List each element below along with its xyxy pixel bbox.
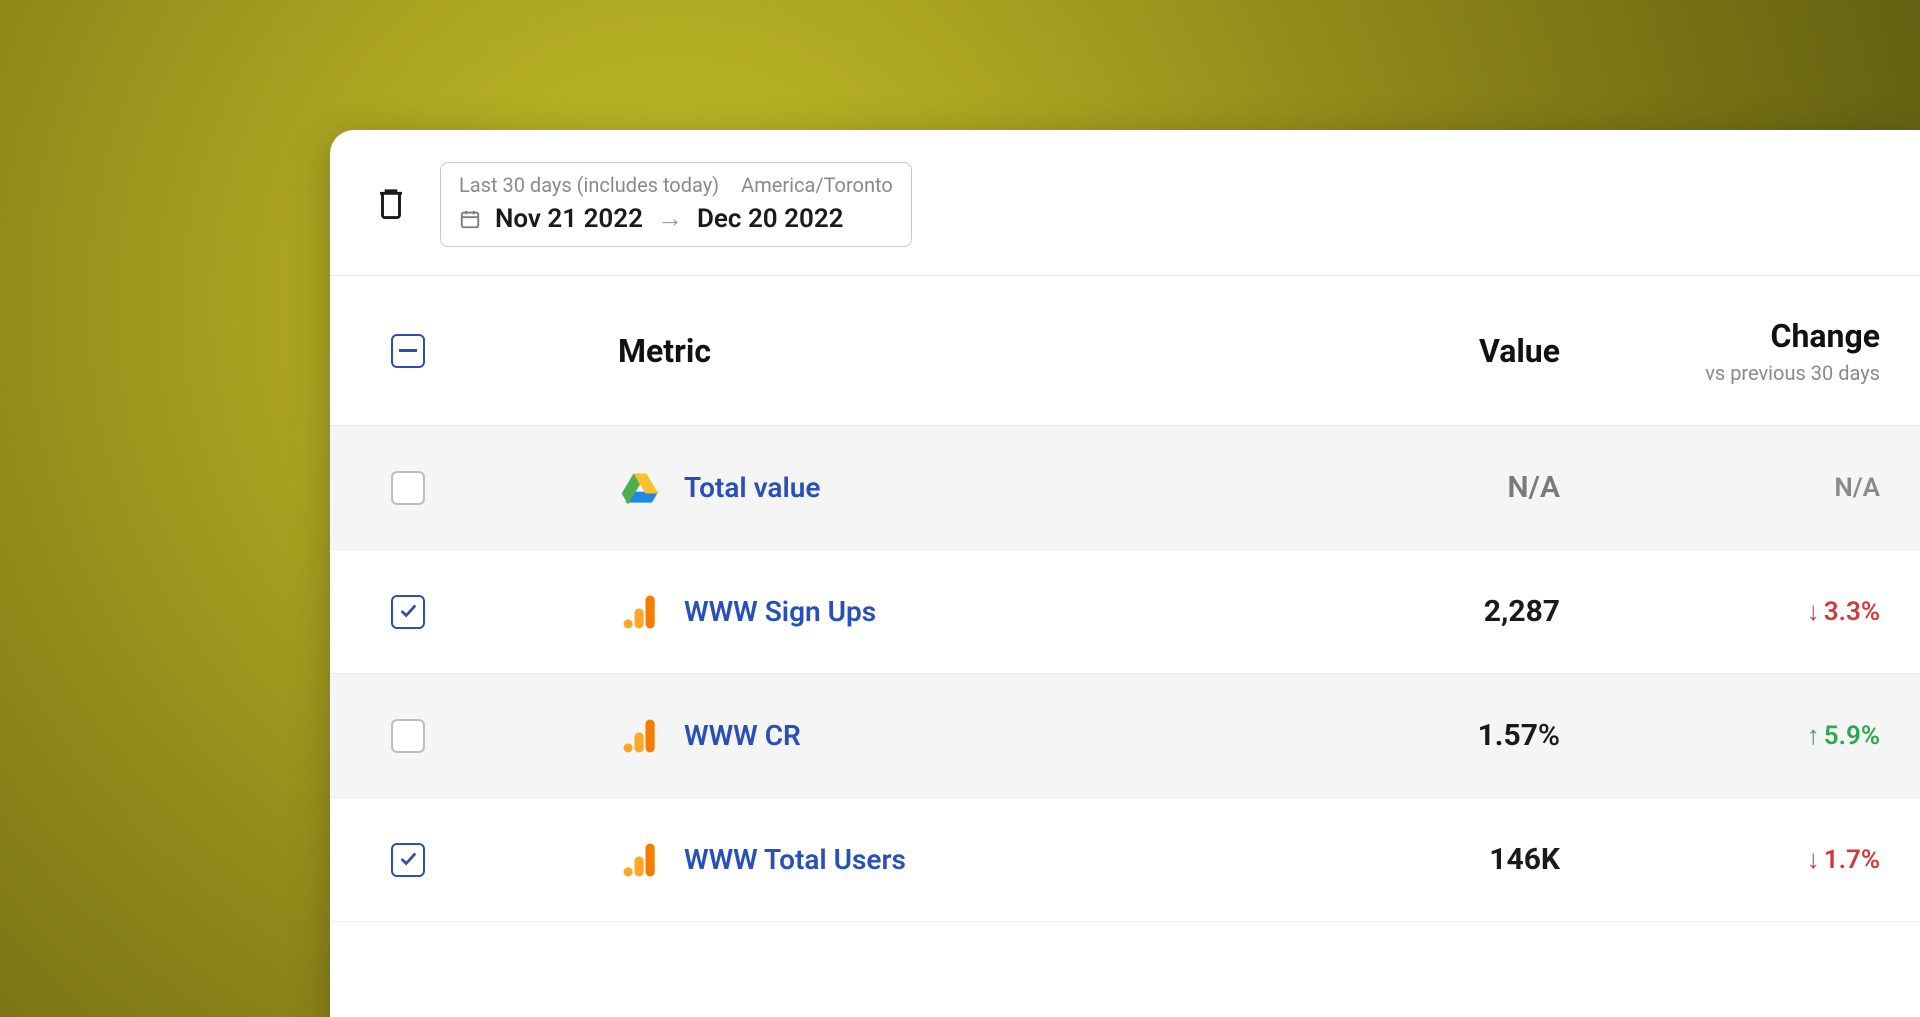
- column-header-change[interactable]: Change vs previous 30 days: [1560, 317, 1880, 385]
- google-analytics-icon: [618, 590, 662, 634]
- metric-link[interactable]: WWW Total Users: [684, 843, 906, 876]
- table-row[interactable]: WWW CR 1.57%↑5.9%: [330, 674, 1920, 798]
- metric-change: ↓3.3%: [1560, 596, 1880, 627]
- metric-value: N/A: [1280, 470, 1560, 505]
- arrow-up-icon: ↑: [1807, 721, 1820, 751]
- metric-link[interactable]: WWW CR: [684, 719, 801, 752]
- date-range-picker[interactable]: Last 30 days (includes today) America/To…: [440, 162, 912, 247]
- row-checkbox[interactable]: [391, 471, 425, 505]
- metric-value: 2,287: [1280, 594, 1560, 629]
- date-start: Nov 21 2022: [495, 204, 643, 234]
- toolbar: Last 30 days (includes today) America/To…: [330, 130, 1920, 276]
- arrow-down-icon: ↓: [1807, 597, 1820, 627]
- delete-button[interactable]: [370, 180, 412, 229]
- google-drive-icon: [618, 466, 662, 510]
- table-row[interactable]: WWW Sign Ups 2,287↓3.3%: [330, 550, 1920, 674]
- metric-link[interactable]: WWW Sign Ups: [684, 595, 876, 628]
- metrics-panel: Last 30 days (includes today) America/To…: [330, 130, 1920, 1017]
- metric-value: 146K: [1280, 842, 1560, 877]
- arrow-down-icon: ↓: [1807, 845, 1820, 875]
- row-checkbox[interactable]: [391, 595, 425, 629]
- metric-link[interactable]: Total value: [684, 471, 820, 504]
- column-header-metric[interactable]: Metric: [468, 332, 1280, 370]
- date-timezone: America/Toronto: [741, 173, 893, 197]
- calendar-icon: [459, 208, 481, 230]
- select-all-checkbox[interactable]: [391, 334, 425, 368]
- arrow-right-icon: →: [657, 203, 683, 234]
- metric-change: ↓1.7%: [1560, 844, 1880, 875]
- row-checkbox[interactable]: [391, 843, 425, 877]
- date-end: Dec 20 2022: [697, 204, 844, 234]
- table-header: Metric Value Change vs previous 30 days: [330, 276, 1920, 426]
- google-analytics-icon: [618, 714, 662, 758]
- table-row[interactable]: Total value N/AN/A: [330, 426, 1920, 550]
- metric-value: 1.57%: [1280, 718, 1560, 753]
- minus-icon: [399, 349, 417, 352]
- date-range-label: Last 30 days (includes today): [459, 173, 719, 197]
- metric-change: ↑5.9%: [1560, 720, 1880, 751]
- metric-change: N/A: [1560, 473, 1880, 503]
- google-analytics-icon: [618, 838, 662, 882]
- trash-icon: [376, 186, 406, 223]
- row-checkbox[interactable]: [391, 719, 425, 753]
- metrics-table: Metric Value Change vs previous 30 days …: [330, 276, 1920, 922]
- check-icon: [397, 847, 419, 873]
- check-icon: [397, 599, 419, 625]
- column-header-value[interactable]: Value: [1280, 332, 1560, 370]
- table-row[interactable]: WWW Total Users 146K↓1.7%: [330, 798, 1920, 922]
